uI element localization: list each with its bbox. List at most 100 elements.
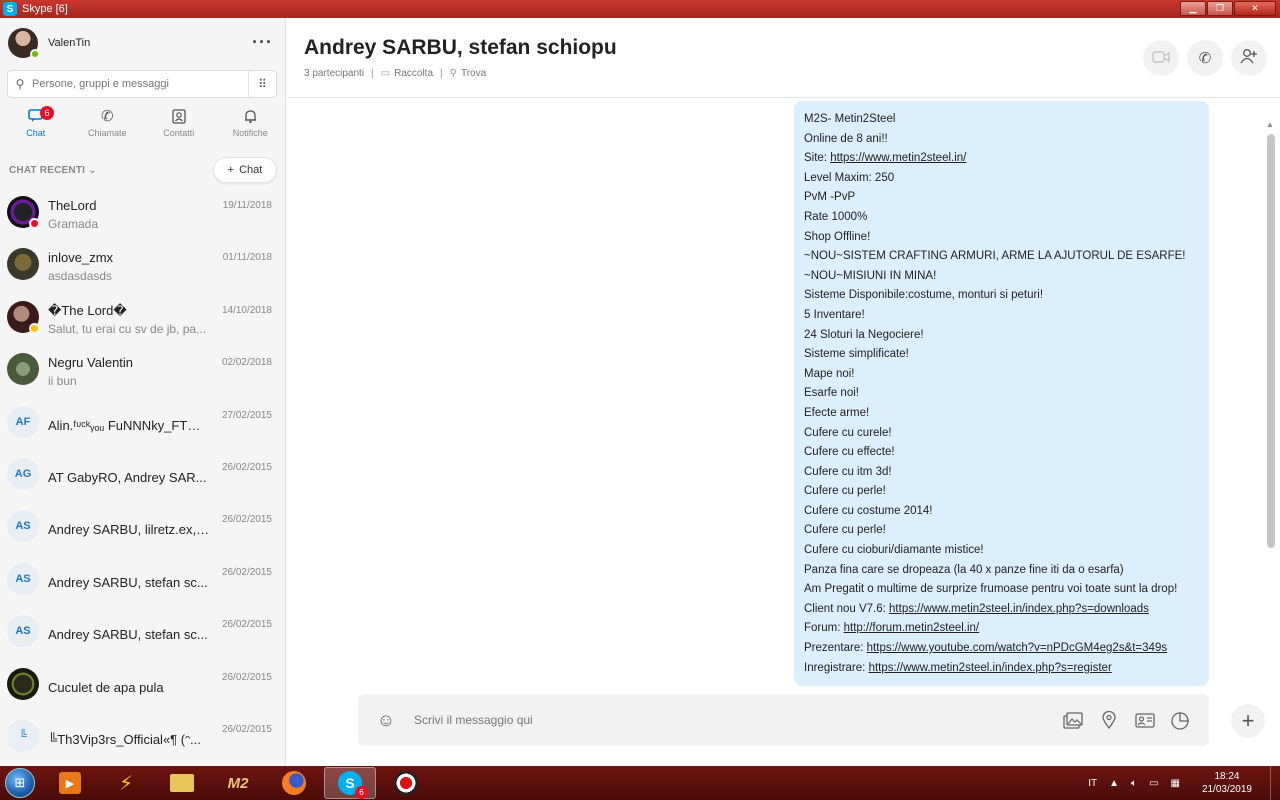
chat-item[interactable]: AS Andrey SARBU, lilretz.ex, ... 26/02/2… — [0, 504, 286, 556]
chat-date: 26/02/2015 — [221, 566, 272, 578]
participants-link[interactable]: 3 partecipanti — [304, 68, 364, 79]
separator: | — [371, 68, 374, 79]
message-line: Cufere cu cioburi/diamante mistice! — [804, 544, 984, 557]
recorder-app[interactable] — [380, 767, 432, 799]
poll-icon[interactable] — [1163, 711, 1199, 730]
chat-name: TheLord — [48, 198, 97, 213]
firefox-app[interactable] — [268, 767, 320, 799]
chat-item[interactable]: ╚ ╚Th3Vip3rs_Official«¶ (ᵔ... 26/02/2015 — [0, 714, 286, 766]
conversation-title[interactable]: Andrey SARBU, stefan schiopu — [304, 36, 617, 60]
find-link[interactable]: Trova — [461, 68, 486, 79]
clock-time: 18:24 — [1214, 771, 1240, 782]
tab-chat[interactable]: 6 Chat — [0, 106, 72, 146]
chat-preview: asdasdasds — [48, 269, 113, 284]
nav-tabs: 6 Chat ✆ Chiamate Contatti Notifiche — [0, 106, 286, 146]
clock[interactable]: 18:24 21/03/2019 — [1202, 770, 1252, 796]
audio-call-button[interactable]: ✆ — [1187, 40, 1223, 76]
message-line: Prezentare: https://www.youtube.com/watc… — [804, 639, 1199, 659]
metin2-app[interactable]: M2 — [212, 767, 264, 799]
avatar[interactable] — [8, 28, 40, 59]
media-player-app[interactable]: ▶ — [44, 767, 96, 799]
gallery-link[interactable]: Raccolta — [394, 68, 433, 79]
minimize-button[interactable]: ▁ — [1180, 1, 1206, 16]
more-options-button[interactable]: ··· — [252, 32, 273, 53]
message-line: Cufere cu perle! — [804, 524, 886, 537]
image-icon[interactable] — [1055, 711, 1091, 729]
message-line: Cufere cu costume 2014! — [804, 504, 933, 517]
chat-date: 26/02/2015 — [221, 723, 272, 735]
skype-logo-icon: S — [3, 2, 17, 16]
tab-label: Chiamate — [87, 128, 127, 138]
message-line: Site: https://www.metin2steel.in/ — [804, 149, 1199, 169]
message-bubble[interactable]: M2S- Metin2Steel Online de 8 ani!! Site:… — [794, 101, 1209, 687]
chat-name: inlove_zmx — [48, 250, 114, 266]
recent-chats-label: CHAT RECENTI — [9, 165, 86, 176]
chat-item[interactable]: �The Lord� Salut, tu erai cu sv de jb, p… — [0, 295, 286, 347]
chat-item[interactable]: inlove_zmx asdasdasds 01/11/2018 — [0, 242, 286, 294]
location-icon[interactable] — [1091, 711, 1127, 729]
tab-calls[interactable]: ✆ Chiamate — [72, 106, 144, 146]
forum-link[interactable]: http://forum.metin2steel.in/ — [844, 622, 980, 634]
chat-date: 26/02/2015 — [221, 619, 272, 631]
dialpad-icon[interactable]: ⠿ — [248, 71, 276, 97]
network-icon[interactable]: ▦ — [1170, 778, 1179, 789]
file-explorer-app[interactable] — [156, 767, 208, 799]
register-link[interactable]: https://www.metin2steel.in/index.php?s=r… — [869, 662, 1112, 674]
emoji-icon[interactable]: ☺ — [358, 710, 414, 731]
chat-item[interactable]: TheLord Gramada 19/11/2018 — [0, 190, 286, 242]
scroll-up-arrow-icon[interactable]: ▲ — [1266, 120, 1274, 129]
chat-item[interactable]: Negru Valentin ii bun 02/02/2018 — [0, 347, 286, 399]
message-line: Mape noi! — [804, 367, 855, 380]
site-link[interactable]: https://www.metin2steel.in/ — [830, 152, 966, 164]
chat-item[interactable]: AS Andrey SARBU, stefan sc... 26/02/2015 — [0, 609, 286, 661]
sidebar: ValenTin ··· ⚲ ⠿ 6 Chat ✆ Chiamate Conta… — [0, 18, 286, 766]
record-icon — [394, 771, 418, 795]
chat-list: TheLord Gramada 19/11/2018 inlove_zmx as… — [0, 190, 286, 766]
profile[interactable]: ValenTin — [8, 28, 90, 59]
new-chat-button[interactable]: + Chat — [213, 157, 277, 183]
maximize-button[interactable]: ❐ — [1207, 1, 1233, 16]
recent-chats-header[interactable]: CHAT RECENTI ⌄ — [9, 165, 97, 176]
expand-tray-icon[interactable]: ▲ — [1109, 778, 1119, 789]
start-button[interactable]: ⊞ — [0, 766, 40, 800]
new-chat-label: Chat — [239, 164, 263, 176]
plus-icon: + — [1241, 708, 1255, 733]
message-line: Cufere cu itm 3d! — [804, 465, 892, 478]
message-input[interactable]: Scrivi il messaggio qui — [414, 713, 1055, 727]
message-text: Prezentare: — [804, 642, 867, 655]
message-composer[interactable]: ☺ Scrivi il messaggio qui — [358, 694, 1209, 746]
close-button[interactable]: ✕ — [1234, 1, 1276, 16]
chat-item[interactable]: AS Andrey SARBU, stefan sc... 26/02/2015 — [0, 557, 286, 609]
add-content-button[interactable]: + — [1231, 704, 1265, 738]
volume-icon[interactable]: 🔈︎ — [1131, 778, 1137, 789]
message-line: Online de 8 ani!! — [804, 132, 888, 145]
contact-card-icon[interactable] — [1127, 712, 1163, 728]
search-icon: ⚲ — [15, 77, 25, 91]
unread-badge: 6 — [40, 106, 54, 120]
tab-label: Notifiche — [232, 128, 268, 138]
chat-item[interactable]: AF Alin.ᶠᶸᶜᵏᵧₒᵤ FuNNNky_FTW,... 27/02/20… — [0, 400, 286, 452]
scrollbar[interactable] — [1267, 134, 1275, 548]
winamp-app[interactable]: ⚡ — [100, 767, 152, 799]
tab-notifications[interactable]: Notifiche — [215, 106, 287, 146]
tab-contacts[interactable]: Contatti — [143, 106, 215, 146]
power-icon[interactable]: ▭ — [1149, 778, 1158, 789]
chat-name: ╚Th3Vip3rs_Official«¶ (ᵔ... — [48, 731, 201, 747]
video-call-button[interactable] — [1143, 40, 1179, 76]
language-indicator[interactable]: IT — [1088, 778, 1097, 789]
search-input[interactable] — [32, 78, 242, 90]
add-participant-button[interactable] — [1231, 40, 1267, 76]
message-line: Cufere cu perle! — [804, 485, 886, 498]
download-link[interactable]: https://www.metin2steel.in/index.php?s=d… — [889, 603, 1149, 615]
message-line: Level Maxim: 250 — [804, 171, 895, 184]
skype-app[interactable]: S6 — [324, 767, 376, 799]
tab-label: Chat — [26, 128, 46, 138]
chat-item[interactable]: Cuculet de apa pula 26/02/2015 — [0, 662, 286, 714]
chat-date: 01/11/2018 — [222, 252, 272, 264]
message-line: Efecte arme! — [804, 406, 870, 419]
show-desktop-button[interactable] — [1270, 766, 1280, 800]
youtube-link[interactable]: https://www.youtube.com/watch?v=nPDcGM4e… — [867, 642, 1167, 654]
search-box[interactable]: ⚲ ⠿ — [7, 70, 277, 98]
avatar: ╚ — [7, 719, 39, 752]
chat-item[interactable]: AG AT GabyRO, Andrey SAR... 26/02/2015 — [0, 452, 286, 504]
